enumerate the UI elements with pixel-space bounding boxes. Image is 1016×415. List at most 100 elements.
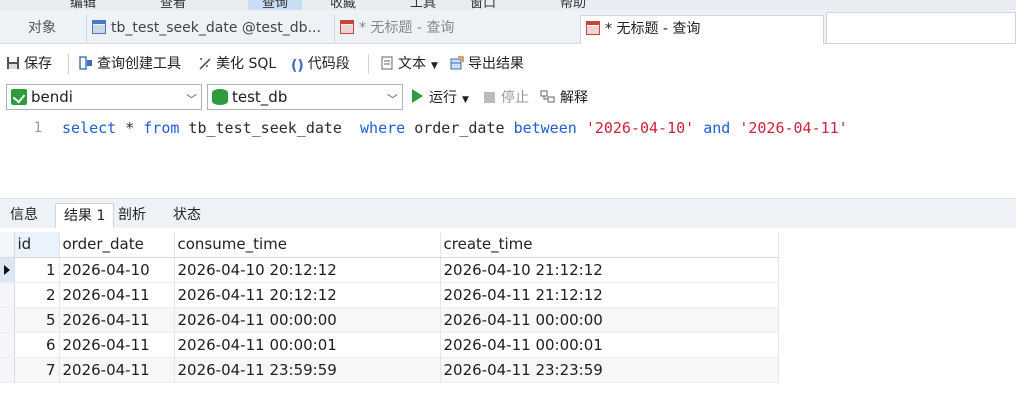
table-row[interactable]: 6 2026-04-11 2026-04-11 00:00:01 2026-04… xyxy=(0,332,779,358)
tab-label: tb_test_seek_date @test_db... xyxy=(111,20,321,36)
database-value: test_db xyxy=(232,88,288,106)
connection-bar: bendi ﹀ test_db ﹀ 运行 ▼ 停止 解释 xyxy=(0,82,1016,114)
tab-objects-label: 对象 xyxy=(28,20,56,36)
cell-consume-time[interactable]: 2026-04-11 20:12:12 xyxy=(174,282,441,308)
table-row[interactable]: 7 2026-04-11 2026-04-11 23:59:59 2026-04… xyxy=(0,357,779,383)
sql-keyword: where xyxy=(360,119,406,137)
run-label: 运行 xyxy=(429,90,457,106)
result-grid[interactable]: id order_date consume_time create_time 1… xyxy=(0,232,779,383)
explain-label: 解释 xyxy=(560,90,588,106)
column-header-id[interactable]: id xyxy=(14,232,60,258)
sql-token: order_date xyxy=(405,119,514,137)
table-row[interactable]: 1 2026-04-10 2026-04-10 20:12:12 2026-04… xyxy=(0,257,779,283)
beautify-sql-button[interactable]: 美化 SQL xyxy=(198,54,276,74)
column-header-order-date[interactable]: order_date xyxy=(59,232,175,258)
text-mode-button[interactable]: 文本 ▼ xyxy=(380,54,438,74)
cell-order-date[interactable]: 2026-04-11 xyxy=(59,282,175,308)
line-number: 1 xyxy=(33,120,42,136)
cell-id[interactable]: 6 xyxy=(14,332,60,358)
tab-status[interactable]: 状态 xyxy=(165,203,209,228)
cell-create-time[interactable]: 2026-04-11 00:00:01 xyxy=(440,332,779,358)
export-results-label: 导出结果 xyxy=(468,56,524,72)
cell-consume-time[interactable]: 2026-04-11 00:00:00 xyxy=(174,307,441,333)
table-icon xyxy=(92,20,106,34)
dropdown-arrow-icon: ▼ xyxy=(431,61,438,71)
database-icon xyxy=(212,89,228,105)
text-mode-label: 文本 xyxy=(398,56,426,72)
tab-search-box[interactable] xyxy=(826,12,1016,44)
tab-label: * 无标题 - 查询 xyxy=(605,21,701,37)
menu-item[interactable]: 收藏 xyxy=(330,0,356,10)
dropdown-arrow-icon: ▼ xyxy=(462,95,469,105)
query-builder-icon xyxy=(79,56,92,70)
stop-label: 停止 xyxy=(501,90,529,106)
cell-consume-time[interactable]: 2026-04-10 20:12:12 xyxy=(174,257,441,283)
row-indicator-header xyxy=(0,232,15,258)
cell-order-date[interactable]: 2026-04-11 xyxy=(59,307,175,333)
query-builder-label: 查询创建工具 xyxy=(97,56,181,72)
sql-token: * xyxy=(116,119,144,137)
column-header-consume-time[interactable]: consume_time xyxy=(174,232,441,258)
sql-keyword: select xyxy=(62,119,117,137)
sql-token: tb_test_seek_date xyxy=(179,119,361,137)
database-select[interactable]: test_db ﹀ xyxy=(207,84,403,110)
save-button[interactable]: 保存 xyxy=(6,54,52,74)
cell-create-time[interactable]: 2026-04-11 21:12:12 xyxy=(440,282,779,308)
cell-id[interactable]: 7 xyxy=(14,357,60,383)
menu-item[interactable]: 窗口 xyxy=(470,0,496,10)
menu-item[interactable]: 帮助 xyxy=(560,0,586,10)
cell-consume-time[interactable]: 2026-04-11 00:00:01 xyxy=(174,332,441,358)
cell-consume-time[interactable]: 2026-04-11 23:59:59 xyxy=(174,357,441,383)
sql-editor[interactable]: 1 select * from tb_test_seek_date where … xyxy=(0,116,1016,200)
tab-objects[interactable]: 对象 xyxy=(0,15,84,44)
code-snippet-label: 代码段 xyxy=(307,56,350,72)
query-icon xyxy=(340,20,354,34)
sql-code-line[interactable]: select * from tb_test_seek_date where or… xyxy=(62,119,848,137)
explain-icon xyxy=(540,90,555,103)
menu-item[interactable]: 工具 xyxy=(410,0,436,10)
menu-bar: 编辑 查看 查询 收藏 工具 窗口 帮助 xyxy=(0,0,1016,10)
chevron-down-icon: ﹀ xyxy=(186,93,197,106)
tab-query-untitled-1[interactable]: * 无标题 - 查询 xyxy=(334,15,580,44)
query-builder-button[interactable]: 查询创建工具 xyxy=(79,54,181,74)
tab-info[interactable]: 信息 xyxy=(2,203,46,228)
cell-order-date[interactable]: 2026-04-11 xyxy=(59,332,175,358)
row-indicator xyxy=(0,257,15,283)
stop-button[interactable]: 停止 xyxy=(484,88,529,108)
tab-result-1[interactable]: 结果 1 xyxy=(55,203,115,228)
tab-table-design[interactable]: tb_test_seek_date @test_db... xyxy=(86,15,332,44)
connection-select[interactable]: bendi ﹀ xyxy=(6,84,202,110)
cell-id[interactable]: 2 xyxy=(14,282,60,308)
run-button[interactable]: 运行 ▼ xyxy=(412,88,469,110)
tab-query-untitled-active[interactable]: * 无标题 - 查询 xyxy=(580,15,824,44)
export-results-button[interactable]: 导出结果 xyxy=(450,54,524,74)
beautify-icon xyxy=(199,58,211,70)
code-snippet-button[interactable]: () 代码段 xyxy=(291,54,350,74)
cell-id[interactable]: 5 xyxy=(14,307,60,333)
cell-order-date[interactable]: 2026-04-10 xyxy=(59,257,175,283)
document-icon xyxy=(381,56,393,70)
column-header-create-time[interactable]: create_time xyxy=(440,232,779,258)
sql-keyword: and xyxy=(703,119,731,137)
sql-keyword: from xyxy=(143,119,180,137)
tab-profile[interactable]: 剖析 xyxy=(110,203,154,228)
cell-create-time[interactable]: 2026-04-11 23:23:59 xyxy=(440,357,779,383)
menu-item-query[interactable]: 查询 xyxy=(248,0,303,10)
table-row[interactable]: 2 2026-04-11 2026-04-11 20:12:12 2026-04… xyxy=(0,282,779,308)
sql-string: '2026-04-10' xyxy=(585,119,695,137)
query-icon xyxy=(586,21,600,35)
save-icon xyxy=(7,57,19,69)
cell-order-date[interactable]: 2026-04-11 xyxy=(59,357,175,383)
cell-id[interactable]: 1 xyxy=(14,257,60,283)
row-indicator xyxy=(0,332,15,358)
menu-item[interactable]: 查看 xyxy=(160,0,186,10)
menu-item[interactable]: 编辑 xyxy=(70,0,96,10)
cell-create-time[interactable]: 2026-04-10 21:12:12 xyxy=(440,257,779,283)
cell-create-time[interactable]: 2026-04-11 00:00:00 xyxy=(440,307,779,333)
explain-button[interactable]: 解释 xyxy=(540,88,588,108)
table-row[interactable]: 5 2026-04-11 2026-04-11 00:00:00 2026-04… xyxy=(0,307,779,333)
toolbar-divider xyxy=(368,54,369,74)
save-label: 保存 xyxy=(24,56,52,72)
